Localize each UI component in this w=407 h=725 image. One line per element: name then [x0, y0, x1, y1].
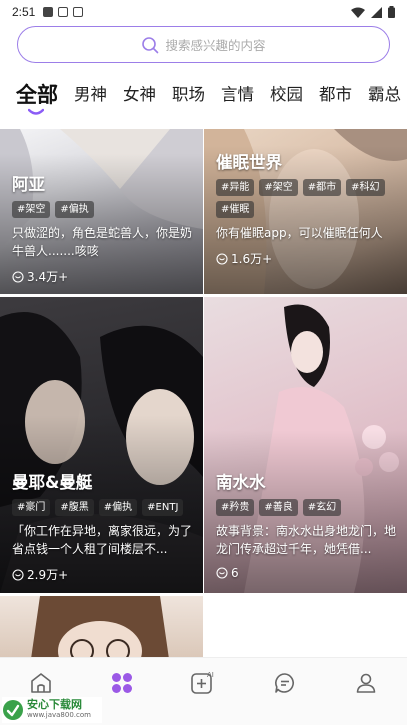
chat-bubble-icon	[216, 252, 228, 265]
tag: #偏执	[98, 499, 138, 516]
chat-count-value: 2.9万+	[27, 568, 69, 582]
tag: #善良	[259, 499, 298, 516]
tag-list: #矜贵 #善良 #玄幻	[216, 499, 399, 516]
profile-icon	[356, 673, 376, 693]
tab-label: 言情	[221, 85, 254, 104]
nav-discover[interactable]	[107, 668, 137, 698]
watermark-logo-icon	[3, 700, 23, 720]
tag: #腹黑	[55, 499, 94, 516]
notification-image-icon	[58, 7, 69, 17]
signal-icon	[371, 6, 382, 18]
tab-ceo[interactable]: 霸总	[368, 78, 401, 112]
tab-label: 校园	[270, 85, 303, 104]
search-placeholder: 搜索感兴趣的内容	[165, 38, 266, 53]
chat-count: 3.4万+	[12, 268, 195, 285]
chat-count-value: 6	[231, 566, 239, 580]
tag: #架空	[12, 201, 51, 218]
character-card[interactable]: 催眠世界 #异能 #架空 #都市 #科幻 #催眠 你有催眠app，可以催眠任何人…	[204, 129, 407, 294]
tab-romance[interactable]: 言情	[221, 78, 254, 112]
tab-label: 职场	[172, 85, 205, 104]
search-bar[interactable]: 搜索感兴趣的内容	[17, 26, 390, 63]
home-icon	[31, 673, 51, 693]
discover-grid-icon	[112, 673, 132, 693]
card-description: 「你工作在异地，离家很远，为了省点钱一个人租了间楼层不...	[12, 524, 193, 556]
character-card[interactable]	[0, 596, 203, 657]
ai-create-icon: AI	[191, 671, 214, 694]
tab-label: 霸总	[368, 85, 401, 104]
chat-bubble-icon	[12, 270, 24, 283]
notification-b-icon	[73, 7, 84, 17]
message-icon	[275, 673, 294, 693]
tag-list: #豪门 #腹黑 #偏执 #ENTJ	[12, 499, 195, 516]
card-description: 只做涩的，角色是蛇兽人，你是奶牛兽人.......咳咳	[12, 226, 193, 258]
card-name: 阿亚	[12, 175, 45, 194]
chat-count-value: 3.4万+	[27, 270, 69, 284]
card-description: 故事背景：南水水出身地龙门，地龙门传承超过千年，她凭借...	[216, 524, 397, 556]
tab-female-god[interactable]: 女神	[123, 78, 156, 112]
category-tabs: 全部 男神 女神 职场 言情 校园 都市 霸总	[0, 78, 407, 118]
chat-count: 2.9万+	[12, 566, 195, 583]
chat-count-value: 1.6万+	[231, 252, 273, 266]
tab-male-god[interactable]: 男神	[74, 78, 107, 112]
tag: #催眠	[216, 201, 255, 218]
chat-bubble-icon	[216, 567, 228, 579]
tag: #架空	[259, 179, 298, 196]
chat-bubble-icon	[12, 568, 24, 581]
card-name: 南水水	[216, 473, 266, 492]
tag: #偏执	[55, 201, 94, 218]
status-time: 2:51	[12, 5, 36, 19]
character-card[interactable]: 曼耶&曼艇 #豪门 #腹黑 #偏执 #ENTJ 「你工作在异地，离家很远，为了省…	[0, 297, 203, 593]
card-name: 曼耶&曼艇	[12, 473, 93, 492]
tab-label: 都市	[319, 85, 352, 104]
chat-count: 6	[216, 566, 399, 580]
system-icons	[351, 6, 395, 18]
watermark-url: www.java800.com	[27, 711, 91, 719]
card-name: 催眠世界	[216, 153, 282, 172]
tag: #玄幻	[302, 499, 342, 516]
tag: #矜贵	[216, 499, 255, 516]
watermark: 安心下载网 www.java800.com	[2, 697, 102, 723]
tag-list: #异能 #架空 #都市 #科幻 #催眠	[216, 179, 399, 218]
tag: #都市	[302, 179, 342, 196]
card-illustration	[31, 596, 169, 657]
tag-list: #架空 #偏执	[12, 201, 195, 218]
notification-a-icon	[43, 7, 54, 17]
tab-all[interactable]: 全部	[16, 78, 58, 115]
tab-label: 男神	[74, 85, 107, 104]
nav-create[interactable]: AI	[188, 668, 218, 698]
tag: #科幻	[346, 179, 385, 196]
tab-campus[interactable]: 校园	[270, 78, 303, 112]
tab-urban[interactable]: 都市	[319, 78, 352, 112]
status-bar: 2:51	[0, 0, 407, 24]
tab-label: 全部	[16, 83, 58, 107]
character-card[interactable]: 阿亚 #架空 #偏执 只做涩的，角色是蛇兽人，你是奶牛兽人.......咳咳 3…	[0, 129, 203, 294]
active-tab-indicator	[28, 108, 44, 115]
nav-messages[interactable]	[270, 668, 300, 698]
search-icon	[142, 36, 159, 53]
tag: #异能	[216, 179, 255, 196]
tab-workplace[interactable]: 职场	[172, 78, 205, 112]
tag: #ENTJ	[142, 499, 184, 516]
chat-count: 1.6万+	[216, 250, 399, 267]
notification-icons	[43, 7, 84, 17]
nav-home[interactable]	[26, 668, 56, 698]
battery-icon	[388, 6, 395, 18]
watermark-title: 安心下载网	[27, 698, 82, 711]
svg-text:AI: AI	[207, 671, 214, 679]
character-grid: 阿亚 #架空 #偏执 只做涩的，角色是蛇兽人，你是奶牛兽人.......咳咳 3…	[0, 129, 407, 657]
wifi-icon	[351, 7, 365, 18]
card-description: 你有催眠app，可以催眠任何人	[216, 226, 383, 240]
tab-label: 女神	[123, 85, 156, 104]
character-card[interactable]: 南水水 #矜贵 #善良 #玄幻 故事背景：南水水出身地龙门，地龙门传承超过千年，…	[204, 297, 407, 593]
tag: #豪门	[12, 499, 51, 516]
nav-profile[interactable]	[351, 668, 381, 698]
